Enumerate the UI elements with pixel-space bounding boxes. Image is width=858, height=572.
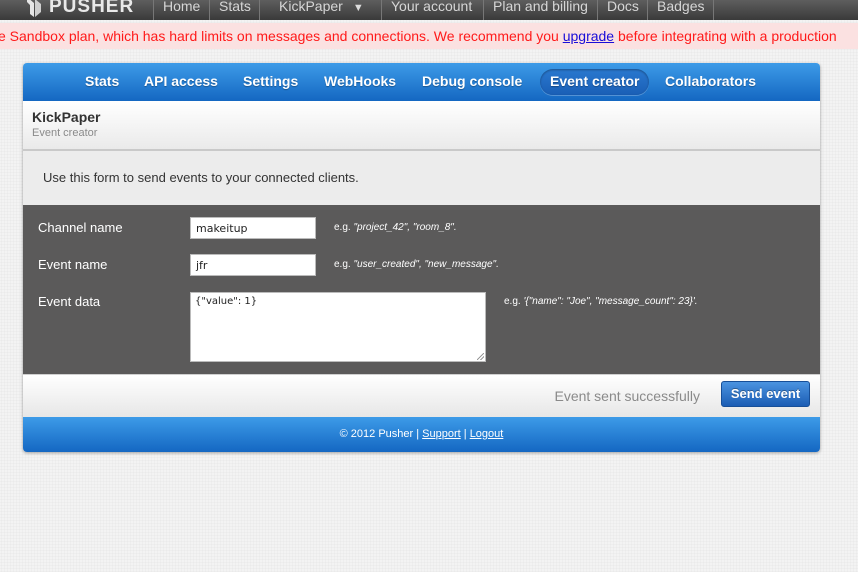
app-name: KickPaper bbox=[32, 109, 101, 125]
channel-name-hint: e.g. "project_42", "room_8". bbox=[334, 222, 457, 233]
nav-home-label: Home bbox=[163, 0, 201, 14]
nav-stats[interactable]: Stats bbox=[209, 0, 260, 20]
pusher-logo[interactable]: PUSHER bbox=[24, 0, 134, 19]
nav-account-label: Your account bbox=[391, 0, 473, 14]
tab-collaborators[interactable]: Collaborators bbox=[655, 69, 766, 95]
status-message: Event sent successfully bbox=[554, 388, 700, 404]
event-data-hint: e.g. '{"name": "Joe", "message_count": 2… bbox=[504, 296, 698, 307]
intro-text: Use this form to send events to your con… bbox=[43, 170, 359, 185]
dropdown-caret-icon: ▼ bbox=[352, 2, 364, 14]
form-action-bar: Event sent successfully Send event bbox=[23, 374, 820, 418]
tab-stats[interactable]: Stats bbox=[75, 69, 129, 95]
event-name-hint: e.g. "user_created", "new_message". bbox=[334, 259, 499, 270]
tab-event-creator[interactable]: Event creator bbox=[540, 69, 650, 95]
event-data-textarea[interactable]: {"value": 1} bbox=[190, 292, 486, 362]
nav-home[interactable]: Home bbox=[153, 0, 209, 20]
banner-text-before: e Sandbox plan, which has hard limits on… bbox=[0, 28, 563, 44]
data-hint-prefix: e.g. bbox=[504, 296, 524, 307]
app-tab-bar: Stats API access Settings WebHooks Debug… bbox=[23, 63, 820, 101]
event-name-label: Event name bbox=[38, 257, 108, 272]
nav-badges[interactable]: Badges bbox=[647, 0, 715, 20]
nav-app-label: KickPaper bbox=[279, 0, 343, 14]
support-link[interactable]: Support bbox=[422, 428, 461, 440]
tab-settings[interactable]: Settings bbox=[233, 69, 308, 95]
nav-stats-label: Stats bbox=[219, 0, 251, 14]
nav-badges-label: Badges bbox=[657, 0, 705, 14]
footer-copyright: © 2012 Pusher | bbox=[339, 428, 420, 440]
nav-docs-label: Docs bbox=[607, 0, 639, 14]
pusher-logo-icon bbox=[27, 0, 41, 17]
upgrade-link[interactable]: upgrade bbox=[563, 28, 614, 44]
resize-handle-icon[interactable] bbox=[477, 353, 484, 360]
top-navigation: PUSHER Home Stats KickPaper ▼ Your accoun… bbox=[0, 0, 858, 20]
nav-your-account[interactable]: Your account bbox=[381, 0, 481, 20]
nav-docs[interactable]: Docs bbox=[597, 0, 648, 20]
tab-webhooks[interactable]: WebHooks bbox=[314, 69, 406, 95]
nav-plan-label: Plan and billing bbox=[493, 0, 588, 14]
event-hint-prefix: e.g. bbox=[334, 259, 354, 270]
event-form: Channel name makeitup e.g. "project_42",… bbox=[23, 205, 820, 374]
footer-separator: | bbox=[463, 428, 467, 440]
data-hint-example: '{"name": "Joe", "message_count": 23}'. bbox=[523, 296, 698, 307]
channel-name-input[interactable]: makeitup bbox=[190, 217, 316, 239]
event-data-value: {"value": 1} bbox=[195, 296, 258, 307]
banner-text-after: before integrating with a production bbox=[614, 28, 837, 44]
nav-app-dropdown[interactable]: KickPaper ▼ bbox=[259, 0, 373, 20]
intro-section: Use this form to send events to your con… bbox=[23, 151, 820, 205]
page-subtitle: Event creator bbox=[32, 127, 98, 139]
channel-name-label: Channel name bbox=[38, 220, 123, 235]
footer: © 2012 Pusher | Support | Logout bbox=[23, 417, 820, 452]
event-name-input[interactable]: jfr bbox=[190, 254, 316, 276]
nav-plan-billing[interactable]: Plan and billing bbox=[483, 0, 597, 20]
send-event-button[interactable]: Send event bbox=[721, 381, 810, 407]
channel-hint-prefix: e.g. bbox=[334, 222, 354, 233]
app-panel: Stats API access Settings WebHooks Debug… bbox=[23, 63, 820, 452]
tab-api-access[interactable]: API access bbox=[134, 69, 228, 95]
brand-name: PUSHER bbox=[49, 0, 135, 17]
app-header: KickPaper Event creator bbox=[23, 101, 820, 151]
event-hint-example: "user_created", "new_message". bbox=[353, 259, 499, 270]
tab-debug-console[interactable]: Debug console bbox=[412, 69, 532, 95]
logout-link[interactable]: Logout bbox=[470, 428, 504, 440]
event-data-label: Event data bbox=[38, 294, 101, 309]
sandbox-plan-warning-banner: e Sandbox plan, which has hard limits on… bbox=[0, 23, 858, 49]
channel-hint-example: "project_42", "room_8". bbox=[353, 222, 457, 233]
